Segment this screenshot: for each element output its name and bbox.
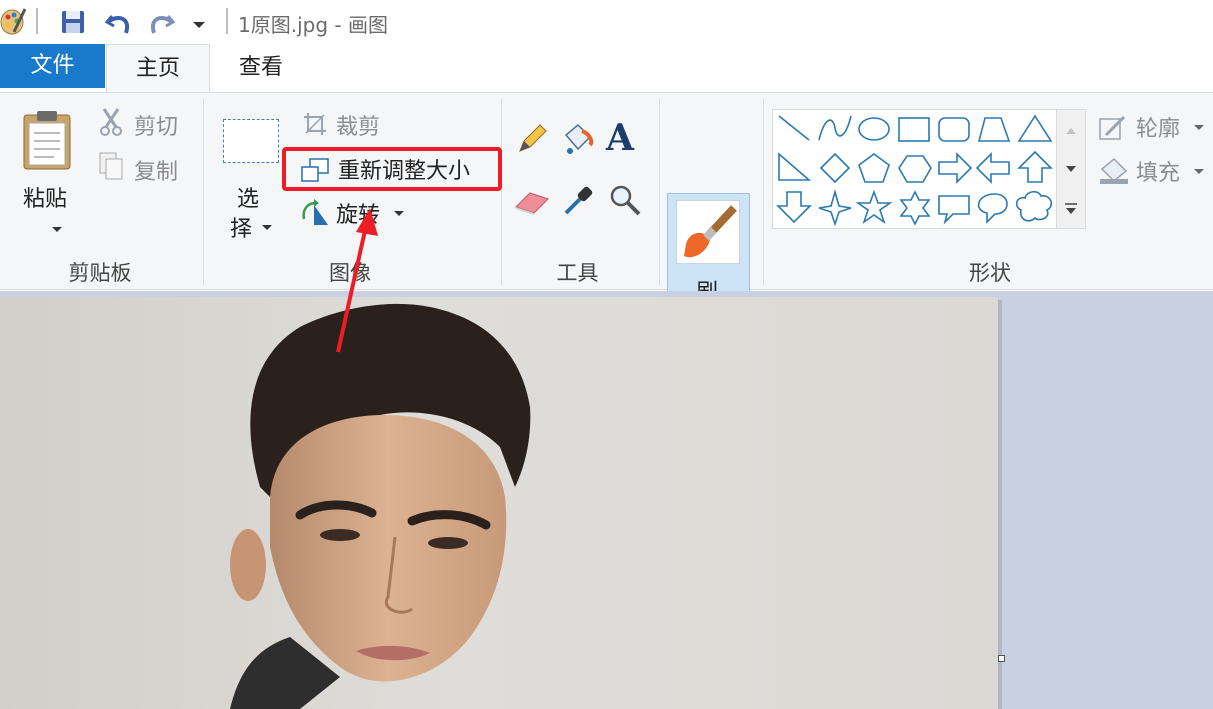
expand-gallery-icon[interactable] — [1066, 208, 1076, 214]
shapes-scroll[interactable] — [1057, 109, 1086, 229]
portrait-photo — [230, 303, 531, 709]
tab-home[interactable]: 主页 — [106, 44, 210, 93]
redo-icon[interactable] — [146, 8, 176, 36]
group-divider — [501, 99, 502, 285]
diamond-shape-icon — [819, 152, 851, 184]
group-divider — [659, 99, 660, 285]
curve-shape-icon — [818, 115, 852, 141]
customize-quick-access-icon[interactable] — [191, 14, 207, 30]
magnifier-icon[interactable] — [608, 183, 642, 217]
select-dropdown-icon[interactable] — [256, 217, 272, 236]
image-canvas[interactable] — [0, 297, 998, 709]
pencil-icon[interactable] — [516, 123, 548, 155]
tools-group-label: 工具 — [556, 261, 599, 285]
eraser-icon[interactable] — [514, 187, 550, 217]
image-group-label: 图像 — [329, 261, 371, 285]
pentagon-shape-icon — [858, 153, 890, 183]
title-divider — [226, 8, 228, 34]
outline-dropdown-icon[interactable] — [1188, 117, 1204, 136]
brush-icon — [676, 200, 740, 264]
rectangular-callout-shape-icon — [938, 195, 970, 225]
line-shape-icon — [778, 115, 810, 141]
polygon-shape-icon — [977, 117, 1011, 142]
tab-view[interactable]: 查看 — [209, 44, 313, 92]
scroll-up-icon[interactable] — [1066, 128, 1076, 134]
shapes-group-label: 形状 — [969, 261, 1011, 285]
outline-icon[interactable] — [1098, 113, 1128, 141]
up-arrow-shape-icon — [1017, 150, 1053, 183]
color-picker-icon[interactable] — [562, 183, 594, 217]
rectangle-shape-icon — [898, 117, 930, 142]
right-arrow-shape-icon — [938, 152, 973, 184]
shapes-gallery[interactable] — [772, 109, 1057, 229]
cut-button[interactable]: 剪切 — [134, 109, 178, 141]
down-arrow-shape-icon — [776, 191, 812, 224]
fill-button[interactable]: 填充 — [1136, 155, 1180, 187]
tab-file[interactable]: 文件 — [0, 44, 105, 88]
oval-callout-shape-icon — [977, 193, 1008, 224]
rounded-rectangle-shape-icon — [938, 117, 970, 142]
left-arrow-shape-icon — [975, 152, 1010, 184]
select-button[interactable]: 选 — [237, 181, 259, 213]
crop-icon[interactable] — [302, 111, 328, 137]
fill-bucket-icon[interactable] — [560, 121, 596, 157]
ribbon: 粘贴 剪切 复制 剪贴板 选 择 裁剪 重新调整大小 旋转 图像 A 工具 轮廓… — [0, 92, 1213, 335]
fill-icon[interactable] — [1098, 155, 1130, 185]
outline-button[interactable]: 轮廓 — [1136, 111, 1180, 143]
fill-dropdown-icon[interactable] — [1188, 161, 1204, 180]
paste-icon[interactable] — [20, 109, 76, 171]
rotate-icon[interactable] — [300, 199, 330, 227]
window-title: 1原图.jpg - 画图 — [238, 13, 388, 37]
hexagon-shape-icon — [898, 155, 932, 183]
clipboard-group-label: 剪贴板 — [68, 261, 132, 285]
paste-button[interactable]: 粘贴 — [23, 181, 67, 213]
oval-shape-icon — [858, 117, 890, 141]
five-point-star-shape-icon — [855, 189, 893, 225]
copy-button[interactable]: 复制 — [134, 154, 178, 186]
group-divider — [203, 99, 204, 285]
text-icon[interactable]: A — [606, 117, 634, 159]
paste-dropdown-icon[interactable] — [46, 219, 62, 238]
triangle-shape-icon — [1017, 114, 1053, 142]
select-label-2[interactable]: 择 — [230, 211, 252, 243]
canvas-resize-handle[interactable] — [998, 655, 1005, 662]
undo-icon[interactable] — [104, 8, 134, 36]
right-triangle-shape-icon — [778, 152, 812, 181]
ribbon-tabs: 文件 主页 查看 — [0, 44, 1213, 93]
title-bar: 1原图.jpg - 画图 — [0, 0, 1213, 44]
cloud-callout-shape-icon — [1015, 190, 1053, 222]
cut-icon[interactable] — [98, 107, 124, 137]
paint-app-icon[interactable] — [0, 6, 26, 36]
group-divider — [763, 99, 764, 285]
save-icon[interactable] — [60, 9, 86, 35]
crop-button[interactable]: 裁剪 — [336, 109, 380, 141]
rotate-button[interactable]: 旋转 — [336, 197, 380, 229]
canvas-shadow — [998, 300, 1002, 709]
select-icon[interactable] — [223, 119, 279, 163]
rotate-dropdown-icon[interactable] — [388, 203, 404, 222]
quick-access-divider — [36, 8, 38, 34]
four-point-star-shape-icon — [818, 189, 852, 227]
six-point-star-shape-icon — [899, 190, 931, 226]
shapes-grid — [776, 114, 1053, 227]
scroll-down-icon[interactable] — [1066, 166, 1076, 172]
copy-icon[interactable] — [98, 151, 124, 181]
resize-highlight-box — [282, 147, 502, 191]
